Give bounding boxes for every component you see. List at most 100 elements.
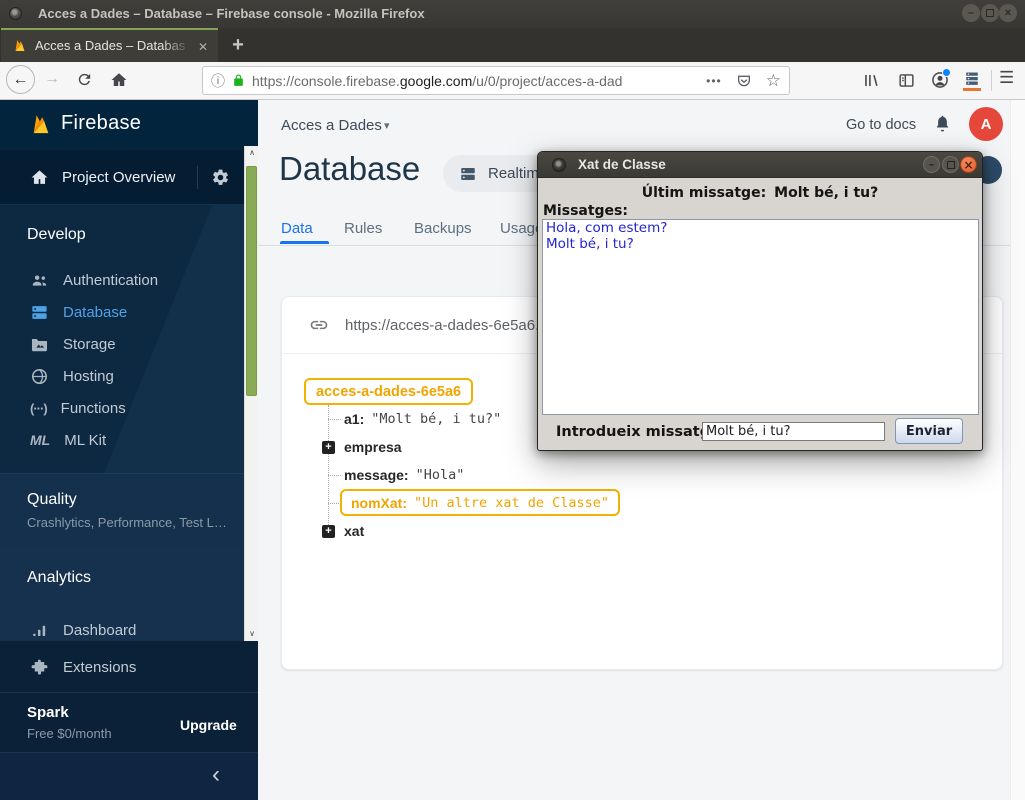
home-button[interactable] (110, 71, 128, 89)
tab-backups[interactable]: Backups (414, 220, 472, 237)
os-maximize-button[interactable] (981, 4, 999, 22)
back-icon: ← (12, 70, 29, 88)
tab-close-button[interactable]: ✕ (194, 38, 212, 56)
project-breadcrumb[interactable]: Acces a Dades (281, 117, 382, 134)
menu-button[interactable]: ☰ (999, 68, 1014, 88)
chat-minimize-button[interactable]: – (923, 156, 940, 173)
tree-node-empresa[interactable]: empresa (344, 433, 402, 461)
gear-icon (213, 169, 228, 185)
sidebar-item-mlkit[interactable]: ML ML Kit (0, 424, 244, 456)
sidebar-item-authentication[interactable]: Authentication (0, 264, 244, 296)
url-text[interactable]: https://console.firebase.google.com/u/0/… (252, 72, 692, 89)
avatar[interactable]: A (969, 107, 1003, 141)
plan-section: Spark Free $0/month Upgrade (0, 692, 258, 752)
window-icon (9, 7, 22, 20)
bookmark-star-icon[interactable]: ☆ (766, 71, 781, 91)
message-input[interactable] (702, 422, 885, 441)
extension-button[interactable] (963, 71, 981, 91)
project-settings-button[interactable] (211, 168, 230, 187)
firebase-favicon-icon (12, 38, 28, 54)
tab-bar: Acces a Dades – Databas ✕ + (0, 28, 1025, 62)
tree-node-nomxat-highlighted[interactable]: nomXat: "Un altre xat de Classe" (340, 489, 621, 516)
sidebars-icon (899, 74, 914, 87)
develop-label: Develop (27, 226, 86, 243)
tree-line (328, 475, 341, 476)
brand-name[interactable]: Firebase (61, 112, 141, 135)
plan-price: Free $0/month (27, 726, 112, 741)
breadcrumb-caret-icon[interactable]: ▾ (384, 119, 390, 132)
message-item: Hola, com estem? (546, 220, 668, 236)
upgrade-button[interactable]: Upgrade (180, 717, 237, 733)
quality-label: Quality (27, 491, 77, 508)
storage-icon (31, 338, 48, 351)
tree-node-a1[interactable]: a1: "Molt bé, i tu?" (344, 405, 501, 433)
sidebar-toggle-button[interactable] (897, 71, 916, 90)
bell-icon (936, 115, 949, 132)
url-bar[interactable]: ⓘ https://console.firebase.google.com/u/… (202, 66, 790, 95)
sidebar-item-database[interactable]: Database (0, 296, 244, 328)
url-fade (658, 72, 692, 89)
develop-section: Develop Authentication Database Storage … (0, 205, 258, 473)
expand-node-button[interactable]: + (322, 441, 335, 454)
os-minimize-button[interactable]: – (962, 4, 980, 22)
account-button[interactable] (930, 68, 951, 90)
forward-button[interactable]: → (44, 70, 60, 88)
message-input-label: Introdueix missatge: (556, 424, 726, 440)
back-button[interactable]: ← (6, 65, 35, 94)
page-actions-icon[interactable]: ••• (706, 74, 722, 88)
pocket-icon[interactable] (736, 73, 752, 89)
scroll-up-arrow[interactable]: ∧ (246, 148, 258, 157)
sidebar-item-storage[interactable]: Storage (0, 328, 244, 360)
sidebar-scrollbar-thumb[interactable] (246, 166, 257, 396)
go-to-docs-link[interactable]: Go to docs (846, 117, 916, 133)
chat-maximize-button[interactable] (942, 156, 959, 173)
tree-line (328, 405, 329, 531)
last-message-value: Molt bé, i tu? (774, 185, 879, 201)
messages-label: Missatges: (543, 203, 628, 219)
chat-window-icon (552, 158, 566, 172)
maximize-icon (986, 9, 994, 17)
os-close-button[interactable]: × (999, 4, 1017, 22)
os-titlebar[interactable]: Acces a Dades – Database – Firebase cons… (0, 0, 1025, 28)
site-info-icon[interactable]: ⓘ (211, 71, 225, 91)
project-overview-row[interactable]: Project Overview (0, 150, 258, 205)
tree-node-xat[interactable]: xat (344, 517, 364, 545)
last-message-label: Últim missatge: (641, 185, 767, 201)
dashboard-icon (33, 625, 46, 636)
home-icon (30, 168, 49, 187)
library-button[interactable] (862, 71, 881, 90)
scroll-down-arrow[interactable]: ∨ (246, 629, 258, 638)
chat-close-button[interactable]: × (960, 156, 977, 173)
hamburger-icon: ☰ (999, 68, 1015, 87)
maximize-icon (946, 160, 955, 169)
reload-icon (78, 73, 91, 86)
tab-rules[interactable]: Rules (344, 220, 382, 237)
tab-data[interactable]: Data (281, 220, 313, 237)
sidebar-item-hosting[interactable]: Hosting (0, 360, 244, 392)
messages-list[interactable]: Hola, com estem? Molt bé, i tu? (542, 219, 979, 415)
expand-node-button[interactable]: + (322, 525, 335, 538)
tree-root-node[interactable]: acces-a-dades-6e5a6 (304, 378, 474, 405)
database-url[interactable]: https://acces-a-dades-6e5a6.fi (345, 317, 547, 334)
chat-window-titlebar[interactable]: Xat de Classe – × (538, 152, 982, 178)
notifications-button[interactable] (933, 114, 952, 133)
send-button[interactable]: Enviar (895, 418, 963, 444)
lock-icon (232, 74, 245, 87)
tree-node-message[interactable]: message: "Hola" (344, 461, 464, 489)
hosting-icon (31, 368, 48, 384)
sidebar-item-functions[interactable]: (···) Functions (0, 392, 244, 424)
reload-button[interactable] (76, 71, 93, 88)
browser-tab[interactable]: Acces a Dades – Databas ✕ (1, 28, 218, 62)
sidebar-item-extensions[interactable]: Extensions (0, 651, 244, 683)
plan-name: Spark (27, 704, 69, 721)
page-scrollbar-track[interactable] (1010, 100, 1025, 800)
tab-title-fade (161, 32, 191, 62)
collapse-sidebar-button[interactable]: ‹ (212, 761, 220, 789)
forward-icon: → (44, 70, 60, 87)
toolbar-separator (991, 70, 992, 91)
po-separator (197, 166, 198, 189)
account-notification-dot (942, 68, 951, 77)
quality-section[interactable]: Quality Crashlytics, Performance, Test L… (0, 473, 258, 546)
library-icon (865, 74, 878, 87)
new-tab-button[interactable]: + (225, 32, 251, 58)
